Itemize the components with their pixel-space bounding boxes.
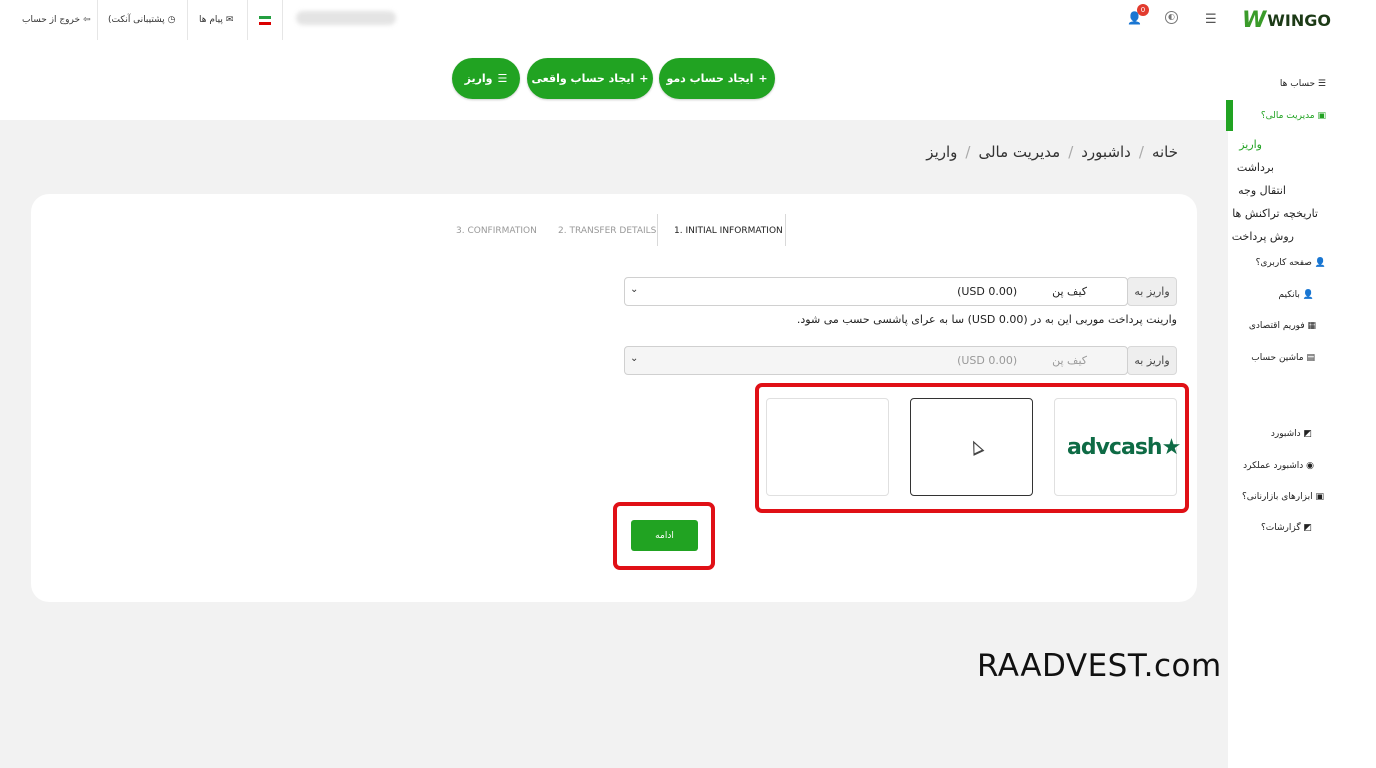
breadcrumb-separator: / [965, 143, 971, 161]
wallet-select-value-2: کیف پن (USD 0.00) [957, 354, 1087, 367]
highlight-continue [613, 502, 715, 570]
sidebar-item-deposit[interactable]: واریز [1239, 138, 1262, 151]
sidebar-item-bonus[interactable]: 👤 بانکیم [1278, 290, 1314, 300]
brand-logo[interactable]: W WINGO [1242, 8, 1331, 33]
sidebar-item-history[interactable]: تاریخچه تراکنش ها [1232, 207, 1318, 220]
deposit-to-label-2: واریز به [1127, 346, 1177, 375]
deposit-note: وارینت پرداخت موربی این به در (USD 0.00)… [796, 313, 1177, 326]
plus-icon: + [639, 72, 649, 85]
create-demo-account-button[interactable]: + ایجاد حساب دمو [659, 58, 775, 99]
sidebar-active-indicator [1226, 100, 1233, 131]
envelope-icon: ✉ [225, 15, 234, 25]
top-bar: ⇦ خروج از حساب ◷ پشتیبانی آنکت) ✉ پیام ه… [0, 0, 1376, 40]
wingo-logo-icon: W [1242, 8, 1266, 33]
divider [187, 0, 188, 40]
sidebar-item-withdraw[interactable]: برداشت [1237, 161, 1274, 174]
logout-link[interactable]: ⇦ خروج از حساب [22, 0, 91, 40]
sidebar-item-reports[interactable]: ◩ گزارشات؟ [1261, 523, 1312, 533]
deposit-button[interactable]: ☰ واریز [452, 58, 520, 99]
breadcrumb-dashboard[interactable]: داشبورد [1081, 143, 1131, 161]
list-icon: ☰ [497, 72, 508, 85]
sidebar-item-profile[interactable]: 👤 صفحه کاربری؟ [1256, 258, 1326, 268]
sidebar-item-forum[interactable]: ▦ فوریم اقتصادی [1249, 321, 1316, 331]
wallet-select-value: کیف پن (USD 0.00) [957, 285, 1087, 298]
breadcrumb-separator: / [1138, 143, 1144, 161]
plus-icon: + [758, 72, 768, 85]
step-initial-information[interactable]: 1. INITIAL INFORMATION [674, 226, 783, 236]
breadcrumb-home[interactable]: خانه [1152, 143, 1178, 161]
deposit-to-label: واریز به [1127, 277, 1177, 306]
breadcrumb-separator: / [1068, 143, 1074, 161]
step-transfer-details[interactable]: 2. TRANSFER DETAILS [558, 226, 656, 236]
breadcrumb: خانه / داشبورد / مدیریت مالی / واریز [926, 143, 1178, 161]
support-link[interactable]: ◷ پشتیبانی آنکت) [108, 0, 175, 40]
watermark: RAADVEST.com [977, 648, 1222, 684]
breadcrumb-current: واریز [926, 143, 958, 161]
logout-icon: ⇦ [83, 15, 91, 25]
wallet-select-disabled: کیف پن (USD 0.00) ⌄ [624, 346, 1128, 375]
sidebar-item-dashboard[interactable]: ◩ داشبورد [1271, 429, 1312, 439]
language-flag[interactable] [259, 0, 271, 40]
sidebar-item-payment-method[interactable]: روش پرداخت [1232, 230, 1294, 243]
divider [282, 0, 283, 40]
notification-badge: 0 [1137, 4, 1149, 16]
sidebar-item-finance[interactable]: ▣ مدیریت مالی؟ [1261, 111, 1326, 121]
wallet-select[interactable]: کیف پن (USD 0.00) ⌄ [624, 277, 1128, 306]
breadcrumb-finance[interactable]: مدیریت مالی [978, 143, 1060, 161]
blurred-user-info [296, 11, 396, 25]
globe-icon[interactable]: ◐ [1165, 11, 1178, 24]
divider [247, 0, 248, 40]
messages-link[interactable]: ✉ پیام ها [199, 0, 233, 40]
divider [785, 214, 786, 246]
sidebar-item-accounts[interactable]: ☰ حساب ها [1280, 79, 1326, 89]
sidebar-item-calculator[interactable]: ▤ ماشین حساب [1251, 353, 1315, 363]
menu-icon[interactable]: ☰ [1205, 12, 1217, 27]
create-real-account-button[interactable]: + ایجاد حساب واقعی [527, 58, 653, 99]
divider [97, 0, 98, 40]
step-confirmation[interactable]: 3. CONFIRMATION [456, 226, 537, 236]
sidebar-item-performance[interactable]: ◉ داشبورد عملکرد [1243, 461, 1314, 471]
sidebar-item-transfer[interactable]: انتقال وجه [1238, 184, 1286, 197]
iran-flag-icon [259, 15, 271, 25]
sidebar-item-trading-tools[interactable]: ▣ ابزارهای بازارنانی؟ [1242, 492, 1324, 502]
clock-icon: ◷ [167, 15, 176, 25]
chevron-down-icon: ⌄ [630, 284, 639, 295]
divider [657, 214, 658, 246]
chevron-down-icon: ⌄ [630, 353, 639, 364]
